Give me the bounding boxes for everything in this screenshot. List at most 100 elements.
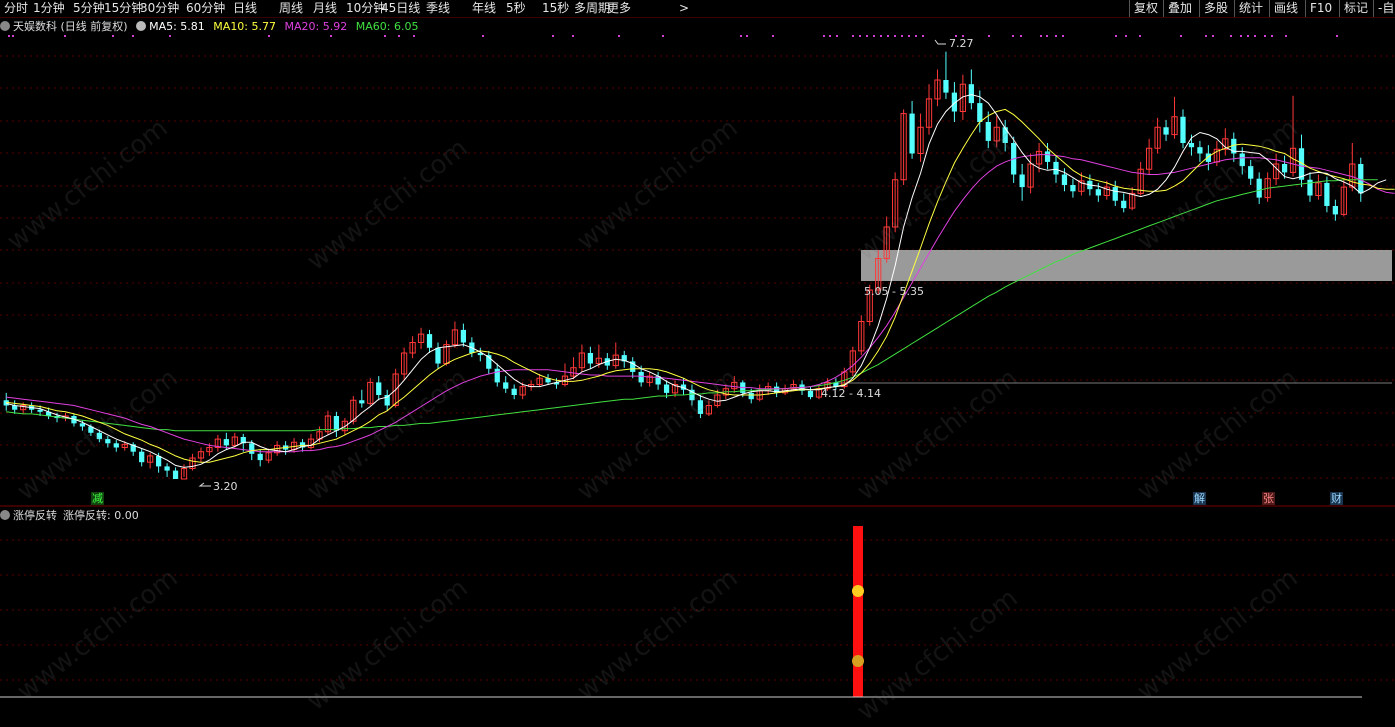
lower-zone-label: 4.12 - 4.14 — [821, 387, 881, 400]
event-marker — [908, 35, 910, 37]
candle-body — [1256, 178, 1262, 198]
ma5-line — [6, 94, 1387, 468]
event-marker — [1062, 35, 1064, 37]
event-marker — [873, 35, 875, 37]
candle-body — [249, 443, 255, 454]
candle-body — [1188, 143, 1195, 148]
event-marker — [1264, 35, 1266, 37]
event-marker — [772, 35, 774, 37]
event-marker — [1046, 35, 1048, 37]
event-marker — [1012, 35, 1014, 37]
event-marker — [169, 35, 171, 37]
candle-body — [79, 423, 86, 427]
event-marker — [1055, 35, 1057, 37]
event-marker — [1115, 35, 1117, 37]
finance-badge[interactable]: 财 — [1330, 492, 1343, 505]
event-marker — [746, 35, 748, 37]
candle-body — [376, 382, 382, 395]
candle-body — [139, 451, 145, 463]
unlock-badge[interactable]: 解 — [1193, 492, 1206, 505]
sub-indicator-value: 涨停反转: 0.00 — [63, 509, 139, 522]
sub-indicator-info: 涨停反转 涨停反转: 0.00 — [0, 508, 139, 524]
event-marker — [1040, 35, 1042, 37]
event-marker — [1230, 35, 1232, 37]
candle-body — [943, 80, 949, 93]
candle-body — [1053, 161, 1059, 175]
event-marker — [901, 35, 903, 37]
candle-body — [1121, 200, 1127, 209]
low-pointer — [198, 482, 211, 487]
sub-collapse-icon[interactable] — [0, 510, 10, 520]
event-marker — [852, 35, 854, 37]
event-marker — [1180, 35, 1182, 37]
event-marker — [823, 35, 825, 37]
event-marker — [1020, 35, 1022, 37]
event-marker — [988, 35, 990, 37]
candle-body — [807, 390, 814, 398]
event-marker — [64, 35, 66, 37]
high-price-label: 7.27 — [949, 37, 974, 50]
event-marker — [618, 35, 620, 37]
event-marker — [1285, 35, 1287, 37]
event-marker — [662, 35, 664, 37]
candle-body — [1019, 174, 1025, 188]
upper-zone-label: 5.05 - 5.35 — [864, 285, 924, 298]
candle-body — [96, 432, 102, 440]
event-marker — [1205, 35, 1207, 37]
event-marker — [915, 35, 917, 37]
candle-body — [1239, 153, 1245, 167]
event-marker — [1247, 35, 1249, 37]
candle-body — [1061, 174, 1068, 185]
candle-body — [333, 416, 340, 431]
money-bag-icon — [852, 655, 864, 667]
candle-body — [359, 400, 365, 404]
event-marker — [1254, 35, 1256, 37]
event-marker — [829, 35, 831, 37]
high-pointer — [934, 39, 946, 45]
candle-body — [155, 455, 162, 467]
candle-body — [1112, 187, 1118, 201]
event-marker — [413, 35, 415, 37]
event-marker — [1125, 35, 1127, 37]
event-marker — [398, 35, 400, 37]
event-marker — [859, 35, 861, 37]
event-marker — [482, 35, 484, 37]
candle-body — [503, 382, 509, 389]
sub-indicator-title: 涨停反转 — [13, 509, 57, 522]
candle-body — [1044, 151, 1051, 162]
candle-body — [1197, 147, 1203, 154]
candle-body — [37, 409, 43, 412]
candle-body — [1180, 116, 1186, 143]
support-zone — [861, 250, 1392, 281]
event-marker — [866, 35, 868, 37]
candle-body — [1163, 127, 1169, 135]
candle-body — [1248, 166, 1254, 179]
candle-body — [164, 466, 170, 471]
candle-body — [1332, 206, 1338, 215]
candle-body — [460, 329, 467, 343]
candle-body — [1095, 189, 1101, 196]
candle-body — [968, 84, 974, 104]
event-marker — [887, 35, 889, 37]
event-marker — [740, 35, 742, 37]
event-marker — [8, 35, 10, 37]
candle-body — [977, 103, 983, 122]
event-marker — [132, 35, 134, 37]
candle-body — [1324, 182, 1330, 206]
event-marker — [894, 35, 896, 37]
candle-body — [223, 439, 229, 446]
candle-body — [1070, 185, 1076, 192]
event-marker — [880, 35, 882, 37]
candle-body — [1307, 179, 1313, 196]
price-chart[interactable] — [0, 0, 1395, 702]
event-marker — [1271, 35, 1273, 37]
reduce-badge[interactable]: 减 — [91, 492, 104, 505]
candle-body — [697, 400, 704, 414]
event-marker — [112, 35, 114, 37]
candle-body — [909, 113, 915, 154]
event-marker — [552, 35, 554, 37]
limit-badge[interactable]: 张 — [1262, 492, 1275, 505]
candle-body — [426, 334, 433, 348]
candle-body — [172, 470, 179, 479]
smile-icon — [852, 585, 864, 597]
